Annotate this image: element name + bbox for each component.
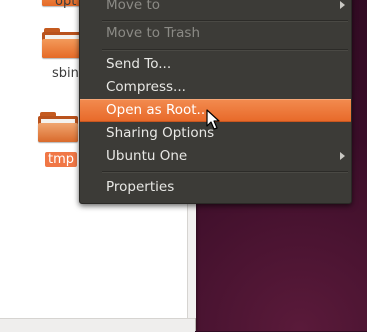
context-menu: Move to Move to Trash Send To... Compres…: [79, 0, 352, 204]
menu-separator: [102, 171, 348, 173]
mouse-pointer-icon: [206, 109, 220, 130]
folder-icon[interactable]: [42, 28, 82, 58]
menu-item-send-to[interactable]: Send To...: [80, 54, 351, 75]
menu-item-label: Ubuntu One: [106, 148, 188, 164]
menu-item-label: Move to Trash: [106, 25, 201, 41]
menu-item-move-to-trash[interactable]: Move to Trash: [80, 23, 351, 44]
menu-item-properties[interactable]: Properties: [80, 177, 351, 198]
menu-item-compress[interactable]: Compress...: [80, 77, 351, 98]
menu-item-ubuntu-one[interactable]: Ubuntu One: [80, 146, 351, 167]
folder-icon[interactable]: [38, 112, 78, 142]
menu-item-label: Move to: [106, 0, 161, 13]
folder-label-sbin[interactable]: sbin: [52, 66, 79, 81]
submenu-arrow-icon: [340, 152, 345, 160]
menu-item-label: Send To...: [106, 56, 172, 72]
menu-item-label: Sharing Options: [106, 125, 215, 141]
submenu-arrow-icon: [340, 1, 345, 9]
menu-item-label: Properties: [106, 179, 175, 195]
menu-item-move-to[interactable]: Move to: [80, 0, 351, 16]
folder-label-opt[interactable]: opt: [55, 0, 76, 9]
folder-label-tmp[interactable]: tmp: [45, 152, 78, 167]
menu-separator: [102, 49, 348, 51]
menu-separator: [102, 20, 348, 22]
menu-item-label: Compress...: [106, 79, 186, 95]
menu-item-label: Open as Root...: [106, 102, 210, 118]
status-bar: [0, 318, 195, 332]
